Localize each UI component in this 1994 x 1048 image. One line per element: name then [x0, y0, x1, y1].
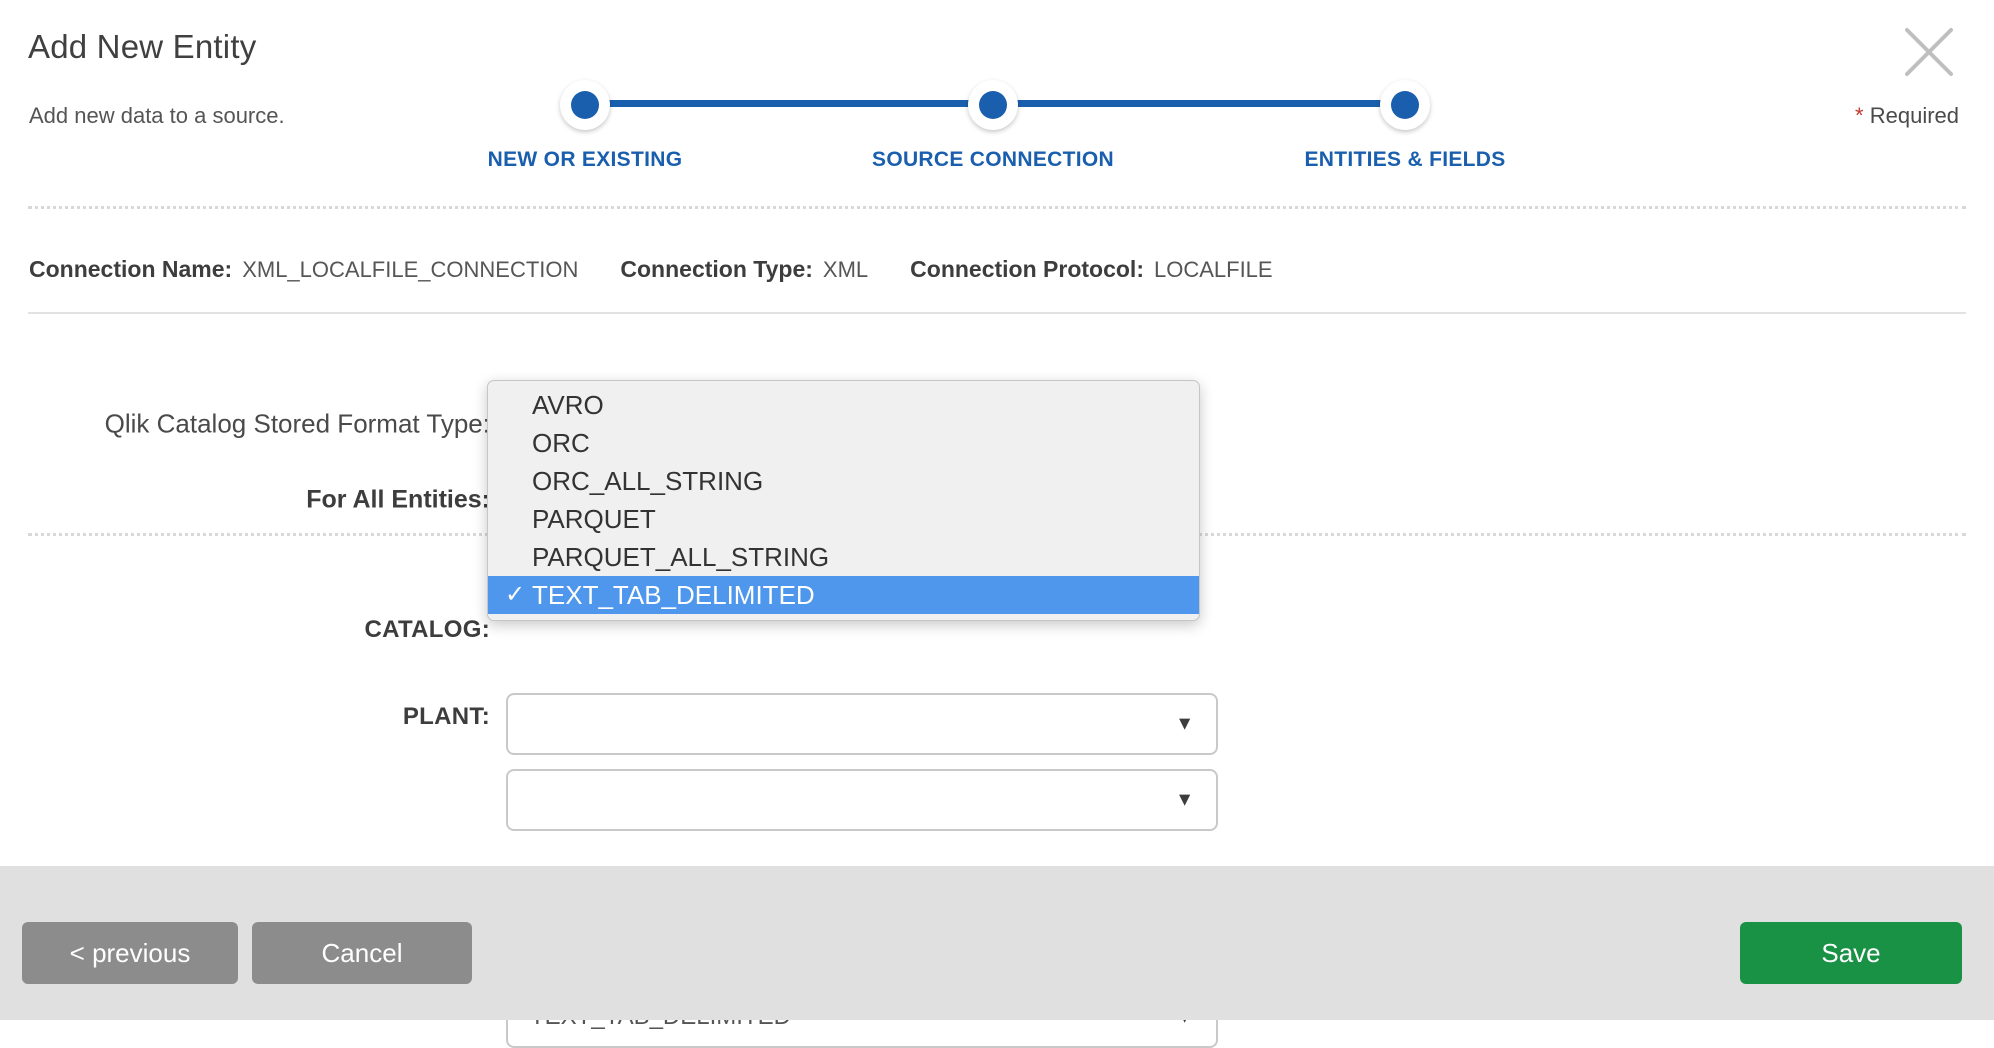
plant-label: PLANT: [402, 703, 490, 730]
field-row-stored-format: Qlik Catalog Stored Format Type: [0, 394, 490, 454]
stepper-step-new-or-existing[interactable] [560, 80, 610, 130]
connection-protocol-label: Connection Protocol: [910, 256, 1144, 282]
stepper-step-source-connection[interactable] [968, 80, 1018, 130]
connection-type-value: XML [822, 257, 869, 282]
chevron-down-icon: ▼ [1175, 713, 1194, 735]
dropdown-option-label: TEXT_TAB_DELIMITED [532, 580, 815, 610]
dropdown-option[interactable]: ORC_ALL_STRING [488, 462, 1199, 500]
dropdown-option[interactable]: PARQUET_ALL_STRING [488, 538, 1199, 576]
field-row-plant: PLANT: [0, 687, 490, 747]
save-button[interactable]: Save [1740, 922, 1962, 984]
dropdown-option-label: AVRO [532, 390, 604, 420]
cancel-button[interactable]: Cancel [252, 922, 472, 984]
for-all-entities-select[interactable]: ▼ [506, 769, 1218, 831]
required-label: Required [1869, 103, 1959, 128]
step-dot-icon [979, 91, 1007, 119]
field-row-for-all-entities: For All Entities: [0, 470, 490, 530]
connection-name-value: XML_LOCALFILE_CONNECTION [242, 257, 579, 282]
step-dot-icon [1391, 91, 1419, 119]
chevron-down-icon: ▼ [1175, 789, 1194, 811]
connection-protocol-value: LOCALFILE [1153, 257, 1273, 282]
stepper-label-entities-fields[interactable]: ENTITIES & FIELDS [1304, 148, 1505, 172]
dropdown-option-selected[interactable]: ✓ TEXT_TAB_DELIMITED [488, 576, 1199, 614]
dropdown-option-label: ORC_ALL_STRING [532, 466, 764, 496]
dropdown-option-label: PARQUET [532, 504, 656, 534]
dialog-header: Add New Entity Add new data to a source.… [0, 0, 1994, 206]
field-row-catalog: CATALOG: [0, 600, 490, 660]
stepper-step-entities-fields[interactable] [1380, 80, 1430, 130]
page-subtitle: Add new data to a source. [29, 103, 285, 128]
dropdown-option[interactable]: ORC [488, 424, 1199, 462]
dropdown-option[interactable]: PARQUET [488, 500, 1199, 538]
dropdown-option-label: PARQUET_ALL_STRING [532, 542, 830, 572]
stepper-label-new-or-existing[interactable]: NEW OR EXISTING [488, 148, 683, 172]
close-icon[interactable] [1902, 25, 1956, 79]
step-dot-icon [571, 91, 599, 119]
required-asterisk: * [1855, 103, 1864, 128]
for-all-entities-label: For All Entities: [306, 485, 490, 514]
dropdown-option[interactable]: AVRO [488, 386, 1199, 424]
connection-info-row: Connection Name: XML_LOCALFILE_CONNECTION… [29, 256, 1273, 292]
page-title: Add New Entity [28, 28, 257, 65]
dropdown-option-label: ORC [532, 428, 590, 458]
catalog-label: CATALOG: [364, 616, 490, 643]
header-divider [28, 206, 1966, 209]
connection-name-label: Connection Name: [29, 256, 233, 282]
stored-format-label: Qlik Catalog Stored Format Type: [104, 408, 490, 439]
connection-info-divider [28, 312, 1966, 314]
previous-button[interactable]: < previous [22, 922, 238, 984]
required-note: * Required [1855, 103, 1959, 129]
stored-format-dropdown-menu[interactable]: AVRO ORC ORC_ALL_STRING PARQUET PARQUET_… [487, 380, 1200, 621]
stored-format-select[interactable]: ▼ [506, 693, 1218, 755]
check-icon: ✓ [505, 581, 526, 608]
connection-type-label: Connection Type: [620, 256, 813, 282]
wizard-stepper: NEW OR EXISTING SOURCE CONNECTION ENTITI… [488, 40, 1505, 171]
stepper-label-source-connection[interactable]: SOURCE CONNECTION [872, 148, 1114, 172]
